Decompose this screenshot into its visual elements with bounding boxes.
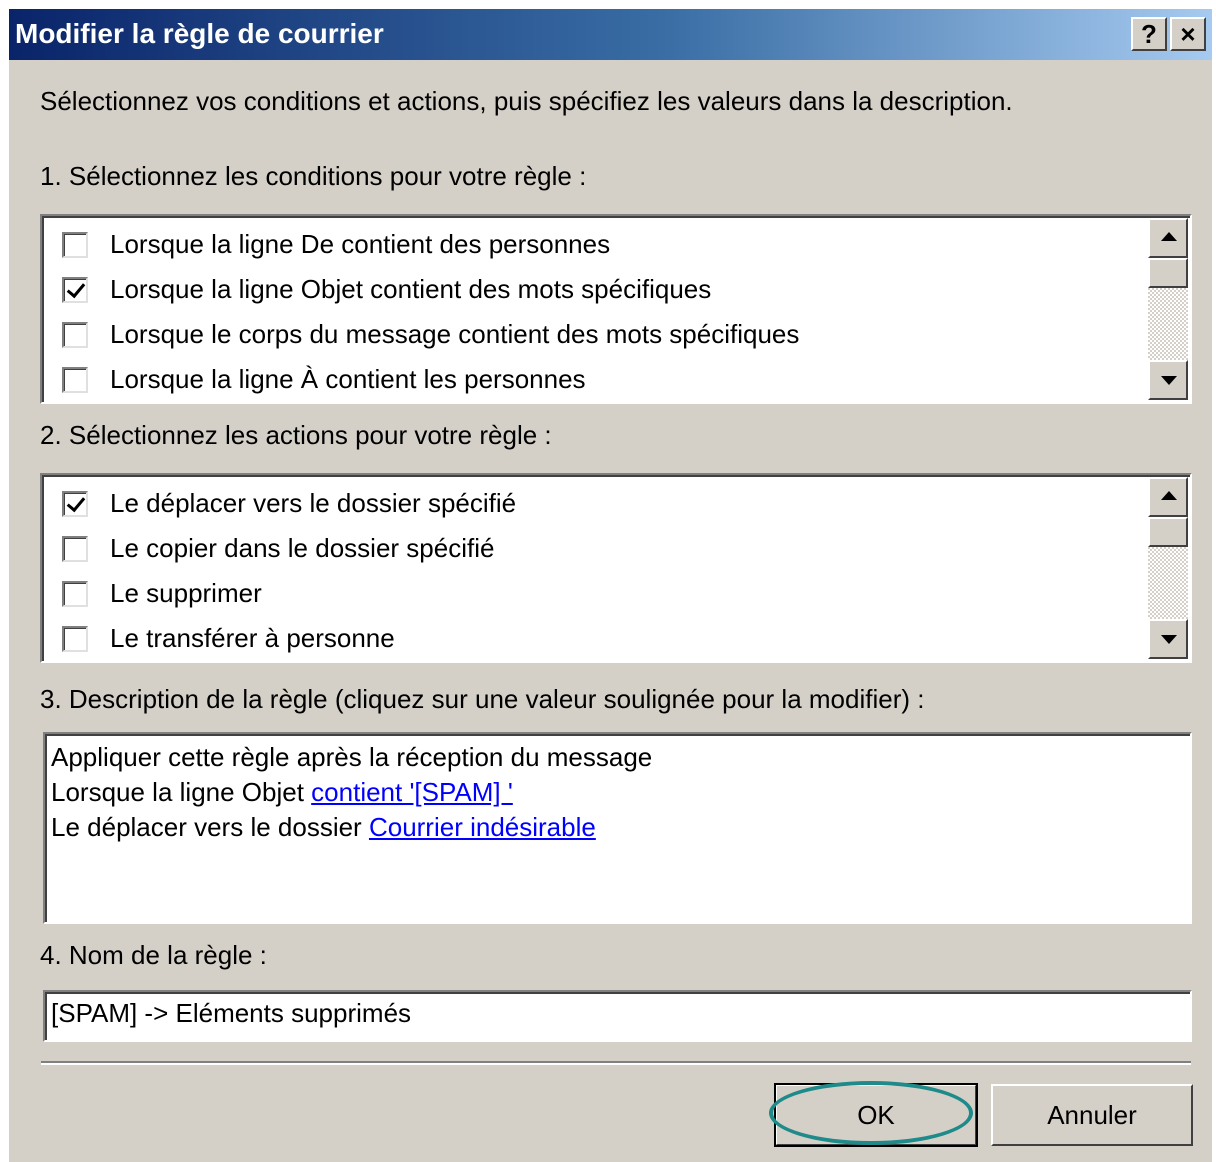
scroll-down-button[interactable] (1148, 360, 1188, 400)
conditions-scrollbar[interactable] (1148, 218, 1188, 400)
ok-button[interactable]: OK (774, 1083, 978, 1147)
window-title: Modifier la règle de courrier (15, 18, 384, 49)
action-label-move: Le déplacer vers le dossier spécifié (110, 488, 517, 518)
action-label-forward: Le transférer à personne (110, 623, 395, 653)
description-action-prefix: Le déplacer vers le dossier (51, 812, 369, 842)
action-checkbox-copy[interactable] (62, 535, 88, 562)
conditions-label: 1. Sélectionnez les conditions pour votr… (40, 161, 587, 191)
conditions-list[interactable]: Lorsque la ligne De contient des personn… (40, 214, 1192, 404)
actions-list[interactable]: Le déplacer vers le dossier spécifié Le … (40, 473, 1192, 663)
condition-label-body: Lorsque le corps du message contient des… (110, 319, 800, 349)
help-button[interactable]: ? (1131, 17, 1167, 51)
condition-checkbox-subject[interactable] (62, 276, 88, 303)
description-line-apply: Appliquer cette règle après la réception… (51, 742, 653, 772)
arrow-up-icon (1161, 232, 1177, 241)
condition-label-to: Lorsque la ligne À contient les personne… (110, 364, 586, 394)
condition-checkbox-from[interactable] (62, 231, 88, 258)
condition-value-link[interactable]: contient '[SPAM] ' (311, 777, 513, 807)
condition-label-subject: Lorsque la ligne Objet contient des mots… (110, 274, 712, 304)
condition-item-subject[interactable]: Lorsque la ligne Objet contient des mots… (62, 267, 711, 312)
rule-name-input[interactable]: [SPAM] -> Eléments supprimés (43, 990, 1192, 1042)
rule-description-box[interactable]: Appliquer cette règle après la réception… (43, 732, 1192, 924)
actions-scrollbar[interactable] (1148, 477, 1188, 659)
action-item-delete[interactable]: Le supprimer (62, 571, 262, 616)
actions-label: 2. Sélectionnez les actions pour votre r… (40, 420, 552, 450)
arrow-up-icon (1161, 491, 1177, 500)
description-condition-prefix: Lorsque la ligne Objet (51, 777, 312, 807)
condition-item-to[interactable]: Lorsque la ligne À contient les personne… (62, 357, 586, 402)
action-item-move[interactable]: Le déplacer vers le dossier spécifié (62, 481, 516, 526)
condition-item-from[interactable]: Lorsque la ligne De contient des personn… (62, 222, 610, 267)
condition-checkbox-to[interactable] (62, 366, 88, 393)
condition-item-body[interactable]: Lorsque le corps du message contient des… (62, 312, 799, 357)
condition-checkbox-body[interactable] (62, 321, 88, 348)
action-item-forward[interactable]: Le transférer à personne (62, 616, 395, 661)
description-line-condition: Lorsque la ligne Objet contient '[SPAM] … (51, 775, 1190, 810)
scroll-up-button[interactable] (1148, 477, 1188, 517)
action-checkbox-move[interactable] (62, 490, 88, 517)
folder-value-link[interactable]: Courrier indésirable (369, 812, 596, 842)
description-line-action: Le déplacer vers le dossier Courrier ind… (51, 810, 1190, 845)
close-button[interactable]: × (1170, 17, 1206, 51)
condition-label-from: Lorsque la ligne De contient des personn… (110, 229, 611, 259)
action-label-copy: Le copier dans le dossier spécifié (110, 533, 495, 563)
action-label-delete: Le supprimer (110, 578, 262, 608)
cancel-button[interactable]: Annuler (991, 1084, 1193, 1146)
mail-rule-dialog: Modifier la règle de courrier ? × Sélect… (9, 9, 1212, 1162)
scroll-thumb[interactable] (1148, 258, 1188, 288)
scroll-thumb[interactable] (1148, 517, 1188, 547)
description-label: 3. Description de la règle (cliquez sur … (40, 684, 925, 714)
scroll-down-button[interactable] (1148, 619, 1188, 659)
rule-name-label: 4. Nom de la règle : (40, 940, 267, 970)
action-item-copy[interactable]: Le copier dans le dossier spécifié (62, 526, 494, 571)
action-checkbox-forward[interactable] (62, 625, 88, 652)
arrow-down-icon (1161, 635, 1177, 644)
arrow-down-icon (1161, 376, 1177, 385)
separator-line (41, 1061, 1191, 1065)
action-checkbox-delete[interactable] (62, 580, 88, 607)
title-bar[interactable]: Modifier la règle de courrier ? × (9, 9, 1212, 60)
intro-text: Sélectionnez vos conditions et actions, … (40, 86, 1013, 116)
scroll-up-button[interactable] (1148, 218, 1188, 258)
